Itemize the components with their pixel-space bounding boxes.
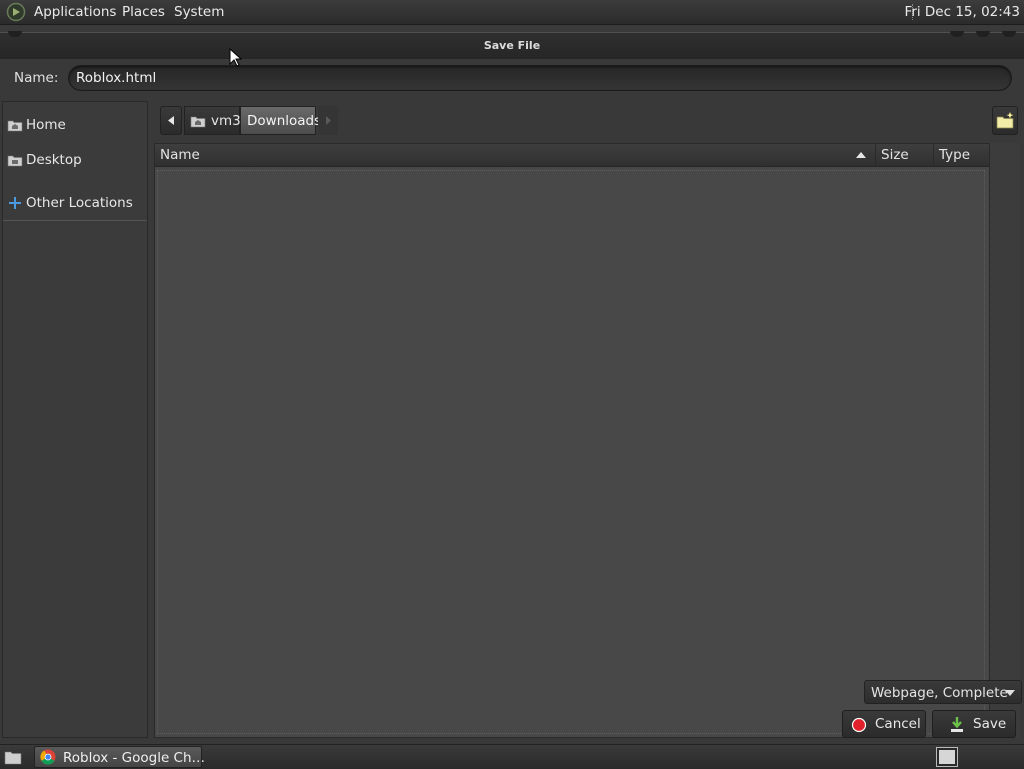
file-list[interactable]: Name Size Type (154, 143, 990, 738)
name-label: Name: (14, 70, 59, 86)
sidebar-item-desktop[interactable]: Desktop (3, 147, 147, 173)
path-segment-downloads[interactable]: Downloads (240, 106, 321, 135)
new-folder-icon (996, 112, 1014, 129)
save-button[interactable]: Save (932, 710, 1016, 738)
path-back-button[interactable] (160, 106, 182, 135)
taskbar-window-label: Roblox - Google Ch… (63, 750, 206, 766)
path-segment-label: Downloads (247, 113, 322, 129)
show-desktop-icon[interactable] (4, 749, 22, 765)
sidebar-item-label: Desktop (26, 152, 82, 168)
chrome-icon (40, 749, 56, 765)
clock[interactable]: Fri Dec 15, 02:43 (905, 4, 1020, 20)
home-folder-icon (7, 120, 23, 132)
close-button[interactable] (1002, 31, 1016, 37)
sort-ascending-icon[interactable] (855, 150, 867, 160)
download-icon (951, 717, 963, 732)
taskbar: Roblox - Google Ch… (0, 744, 1024, 769)
taskbar-window-button[interactable]: Roblox - Google Ch… (34, 746, 206, 768)
sidebar-separator (3, 220, 147, 221)
column-header-type[interactable]: Type (939, 147, 970, 163)
column-header-size[interactable]: Size (881, 147, 909, 163)
window-menu-button[interactable] (8, 31, 22, 37)
sidebar-item-label: Other Locations (26, 195, 133, 211)
chevron-right-icon (326, 116, 331, 125)
dialog-title: Save File (483, 39, 541, 52)
places-sidebar: Home Desktop Other Locations (2, 101, 148, 738)
desktop-folder-icon (7, 155, 23, 167)
home-folder-icon (190, 116, 206, 128)
sidebar-item-label: Home (26, 117, 66, 133)
cancel-label: Cancel (875, 716, 921, 732)
menu-system[interactable]: System (174, 4, 224, 20)
filename-input[interactable] (68, 65, 1012, 91)
menu-applications[interactable]: Applications (34, 4, 116, 20)
create-folder-button[interactable] (992, 106, 1018, 135)
path-segment-label: vm3 (211, 113, 241, 129)
column-separator[interactable] (933, 144, 934, 166)
mouse-cursor-icon (229, 48, 243, 67)
top-panel: Applications Places System Fri Dec 15, 0… (0, 0, 1024, 25)
path-segment-vm3[interactable]: vm3 (184, 106, 241, 135)
column-separator[interactable] (875, 144, 876, 166)
sidebar-item-other-locations[interactable]: Other Locations (3, 190, 147, 216)
file-list-body[interactable] (157, 170, 985, 734)
dialog-titlebar[interactable]: Save File (0, 31, 1024, 59)
column-header-name[interactable]: Name (160, 147, 200, 163)
file-list-scroll-area (990, 143, 1020, 738)
menu-places[interactable]: Places (122, 4, 165, 20)
cancel-icon (851, 717, 867, 733)
maximize-button[interactable] (976, 31, 990, 37)
minimize-button[interactable] (950, 31, 964, 37)
file-type-selected: Webpage, Complete (871, 685, 1008, 701)
file-list-header: Name Size Type (155, 144, 989, 167)
chevron-left-icon (168, 116, 174, 125)
file-type-dropdown[interactable]: Webpage, Complete (864, 680, 1022, 704)
save-label: Save (973, 716, 1007, 732)
path-forward-button[interactable] (318, 106, 338, 135)
plus-icon (9, 197, 21, 209)
workspace-switcher[interactable] (936, 747, 958, 767)
workspace-thumbnail (939, 750, 955, 764)
save-file-dialog: Name: Home Desktop Other Locations (0, 59, 1024, 744)
distro-logo-icon[interactable] (6, 2, 26, 22)
chevron-down-icon (1005, 690, 1015, 696)
cancel-button[interactable]: Cancel (842, 710, 926, 738)
sidebar-item-home[interactable]: Home (3, 112, 147, 138)
